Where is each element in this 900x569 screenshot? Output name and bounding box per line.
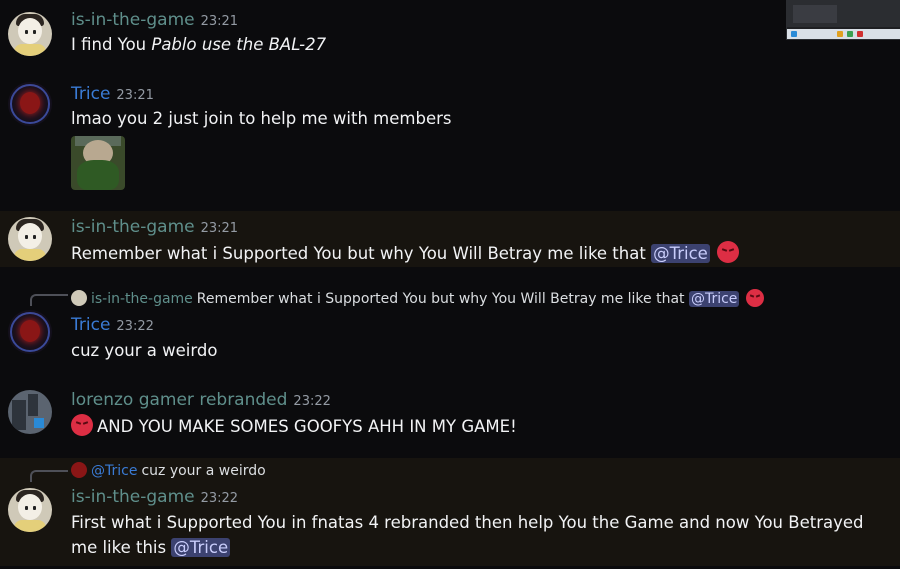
message-text: I find You xyxy=(71,35,152,54)
avatar[interactable] xyxy=(8,82,52,126)
author-name[interactable]: lorenzo gamer rebranded xyxy=(71,390,287,410)
timestamp: 23:22 xyxy=(293,394,331,409)
author-name[interactable]: Trice xyxy=(71,315,110,335)
message-content: Remember what i Supported You but why Yo… xyxy=(71,241,740,263)
message-content: I find You Pablo use the BAL-27 xyxy=(71,35,326,54)
angry-face-icon xyxy=(745,289,764,307)
message: Trice 23:21 lmao you 2 just join to help … xyxy=(0,70,900,210)
author-name[interactable]: is-in-the-game xyxy=(71,487,195,507)
reply-preview[interactable]: @Trice cuz your a weirdo xyxy=(71,462,266,479)
avatar[interactable] xyxy=(8,310,52,354)
author-name[interactable]: Trice xyxy=(71,84,110,104)
reply-text: Remember what i Supported You but why Yo… xyxy=(196,291,689,307)
timestamp: 23:21 xyxy=(200,14,239,29)
reply-author[interactable]: @Trice xyxy=(91,463,137,479)
avatar[interactable] xyxy=(8,12,52,56)
message-content: AND YOU MAKE SOMES GOOFYS AHH IN MY GAME… xyxy=(71,414,517,436)
timestamp: 23:22 xyxy=(200,491,239,506)
message-content: lmao you 2 just join to help me with mem… xyxy=(71,109,452,128)
message-italic-text: Pablo use the BAL-27 xyxy=(151,35,327,54)
message-author[interactable]: is-in-the-game 23:22 xyxy=(71,487,238,507)
reply-author[interactable]: is-in-the-game xyxy=(91,291,193,307)
message: is-in-the-game 23:21 I find You Pablo use… xyxy=(0,0,900,70)
user-mention[interactable]: @Trice xyxy=(651,244,710,263)
message: is-in-the-game Remember what i Supported … xyxy=(0,282,900,372)
message-author[interactable]: lorenzo gamer rebranded 23:22 xyxy=(71,390,331,410)
reply-preview[interactable]: is-in-the-game Remember what i Supported … xyxy=(71,289,764,307)
reply-connector xyxy=(30,470,68,482)
timestamp: 23:21 xyxy=(200,221,239,236)
angry-face-icon xyxy=(717,241,740,263)
message-content: First what i Supported You in fnatas 4 r… xyxy=(71,510,881,560)
timestamp: 23:21 xyxy=(116,88,154,103)
message: @Trice cuz your a weirdo is-in-the-game 23… xyxy=(0,458,900,566)
reply-connector xyxy=(30,294,68,306)
author-name[interactable]: is-in-the-game xyxy=(71,10,195,30)
message: lorenzo gamer rebranded 23:22 AND YOU MAK… xyxy=(0,380,900,450)
avatar[interactable] xyxy=(8,390,52,434)
message-author[interactable]: is-in-the-game 23:21 xyxy=(71,10,238,30)
timestamp: 23:22 xyxy=(116,319,154,334)
message-text: Remember what i Supported You but why Yo… xyxy=(71,244,652,263)
message-author[interactable]: Trice 23:22 xyxy=(71,315,154,335)
reply-avatar xyxy=(71,290,87,306)
angry-face-icon xyxy=(71,414,93,436)
user-mention[interactable]: @Trice xyxy=(688,291,740,307)
message-content: cuz your a weirdo xyxy=(71,341,218,360)
avatar[interactable] xyxy=(8,217,52,261)
message-author[interactable]: Trice 23:21 xyxy=(71,84,154,104)
avatar[interactable] xyxy=(8,488,52,532)
reply-avatar xyxy=(71,462,87,478)
reply-text: cuz your a weirdo xyxy=(141,463,266,479)
message-author[interactable]: is-in-the-game 23:21 xyxy=(71,217,238,237)
message: is-in-the-game 23:21 Remember what i Supp… xyxy=(0,211,900,267)
image-attachment[interactable] xyxy=(71,136,125,190)
message-text: AND YOU MAKE SOMES GOOFYS AHH IN MY GAME… xyxy=(97,417,517,436)
user-mention[interactable]: @Trice xyxy=(171,538,231,557)
author-name[interactable]: is-in-the-game xyxy=(71,217,195,237)
